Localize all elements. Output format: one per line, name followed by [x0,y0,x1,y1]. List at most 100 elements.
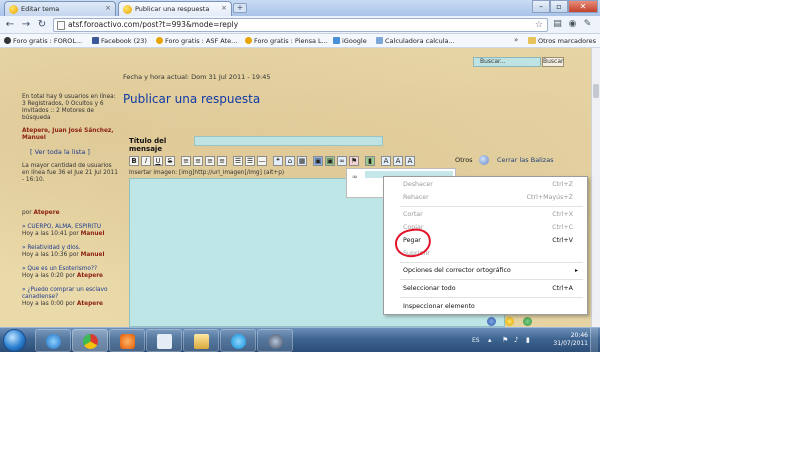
user-link[interactable]: Atepere [77,301,103,307]
bookmark-star-icon[interactable]: ☆ [535,19,543,31]
other-button[interactable]: Otros [455,156,473,164]
taskbar-skype-button[interactable] [220,329,256,352]
italic-button[interactable]: I [141,156,151,166]
minimize-button[interactable]: – [532,0,550,13]
topic-meta-text: Hoy a las 10:36 por [22,252,79,258]
by-label: por [22,210,32,216]
font-size-icon[interactable]: A [381,156,391,166]
bold-button[interactable]: B [129,156,139,166]
menu-item-select-all[interactable]: Seleccionar todo Ctrl+A [403,285,583,295]
close-tags-link[interactable]: Cerrar las Balizas [497,156,554,164]
menu-item-delete[interactable]: Suprimir [403,250,583,260]
align-center-icon[interactable]: ≡ [193,156,203,166]
search-input[interactable]: Buscar... [473,57,541,67]
bookmarks-more-button[interactable]: » [514,36,518,44]
code-icon[interactable]: ⌂ [285,156,295,166]
media-player-icon [120,334,135,349]
menu-item-cut[interactable]: Cortar Ctrl+X [403,211,583,221]
search-button[interactable]: Buscar [542,57,564,67]
insert-image-hint: Insertar imagen: [img]http://url_imagen[… [129,170,285,176]
tags-icon[interactable] [479,155,489,165]
bookmark-item[interactable]: Foro gratis : ASF Ate... [156,37,237,45]
bookmark-item[interactable]: Foro gratis : FOROL... [4,37,82,45]
topic-link[interactable]: » ¿Puedo comprar un esclavo canadiense? [22,287,118,301]
maximize-button[interactable]: ▫ [550,0,568,13]
message-title-input[interactable] [194,136,383,146]
menu-item-inspect-element[interactable]: Inspeccionar elemento [403,303,583,313]
bookmark-item[interactable]: Calculadora calcula... [376,37,455,45]
bookmark-item[interactable]: Facebook (23) [92,37,147,45]
flag-icon[interactable]: ⚑ [502,336,508,344]
address-bar[interactable]: atsf.foroactivo.com/post?t=993&mode=repl… [53,18,548,32]
taskbar-window-button[interactable] [146,329,182,352]
user-link[interactable]: Manuel [81,231,105,237]
tab-publicar-respuesta[interactable]: Publicar una respuesta × [118,1,232,16]
topic-link[interactable]: » CUERPO, ALMA, ESPIRITU [22,224,118,231]
scrollbar-thumb[interactable] [593,84,599,98]
user-link[interactable]: Manuel [81,252,105,258]
bullet-list-icon[interactable]: ☰ [233,156,243,166]
view-all-link[interactable]: [ Ver toda la lista ] [22,149,118,156]
menu-item-redo[interactable]: Rehacer Ctrl+Mayús+Z [403,194,583,204]
image-icon[interactable]: ▣ [313,156,323,166]
host-image-icon[interactable]: ▣ [325,156,335,166]
extension-icon[interactable]: ◉ [567,19,578,30]
align-left-icon[interactable]: ≡ [181,156,191,166]
menu-item-undo[interactable]: Deshacer Ctrl+Z [403,181,583,191]
taskbar-ie-button[interactable] [35,329,71,352]
reload-icon[interactable]: ↻ [36,18,48,31]
bookmark-item[interactable]: Foro gratis : Piensa L... [245,37,328,45]
user-link[interactable]: Atepere [33,210,59,216]
topic-meta: Hoy a las 0:20 por Atepere [22,273,118,280]
start-button[interactable] [3,329,26,352]
horizontal-rule-icon[interactable]: — [257,156,267,166]
menu-item-spellcheck-options[interactable]: Opciones del corrector ortográfico ▸ [403,267,583,277]
close-icon[interactable]: × [221,4,227,12]
language-indicator[interactable]: ES [472,337,480,344]
tab-editar-tema[interactable]: Editar tema × [4,1,116,16]
taskbar-app-button[interactable] [257,329,293,352]
bookmark-label: Facebook (23) [101,37,147,45]
show-desktop-button[interactable] [590,328,598,352]
topic-link[interactable]: » Que es un Esoterismo?? [22,266,118,273]
taskbar-chrome-button[interactable] [72,329,108,352]
folder-label: Otros marcadores [538,37,597,45]
volume-icon[interactable]: ♪ [514,336,518,344]
title-label: Título del mensaje [129,137,167,153]
emoticon-icon[interactable] [523,317,532,326]
wrench-icon[interactable]: ✎ [582,19,593,30]
taskbar-explorer-button[interactable] [183,329,219,352]
emoticon-icon[interactable] [487,317,496,326]
back-arrow-icon[interactable]: ← [4,18,16,31]
font-color-icon[interactable]: A [393,156,403,166]
link-icon[interactable]: ∞ [337,156,347,166]
topic-link[interactable]: » Relatividad y dios. [22,245,118,252]
underline-button[interactable]: U [153,156,163,166]
menu-item-copy[interactable]: Copiar Ctrl+C [403,224,583,234]
tray-arrow-icon[interactable]: ▴ [488,336,492,344]
forward-arrow-icon[interactable]: → [20,18,32,31]
close-icon[interactable]: × [105,4,111,12]
font-family-icon[interactable]: A [405,156,415,166]
quote-icon[interactable]: ❝ [273,156,283,166]
bookmark-item[interactable]: iGoogle [333,37,367,45]
spoiler-icon[interactable]: ▮ [365,156,375,166]
flash-icon[interactable]: ⚑ [349,156,359,166]
page-menu-icon[interactable]: ▤ [552,19,563,30]
online-users-list[interactable]: Atepere, Juan José Sánchez, Manuel [22,128,118,142]
clock[interactable]: 20:46 31/07/2011 [553,332,588,348]
strike-button[interactable]: S [165,156,175,166]
number-list-icon[interactable]: ☰ [245,156,255,166]
align-right-icon[interactable]: ≡ [205,156,215,166]
table-icon[interactable]: ▦ [297,156,307,166]
taskbar-media-button[interactable] [109,329,145,352]
menu-item-label: Inspeccionar elemento [403,303,475,310]
other-bookmarks-folder[interactable]: Otros marcadores [528,37,596,45]
close-window-button[interactable]: ✕ [568,0,598,13]
user-link[interactable]: Atepere [77,273,103,279]
network-icon[interactable]: ▮ [526,336,530,344]
vertical-scrollbar[interactable] [591,48,600,327]
new-tab-button[interactable]: + [233,3,247,13]
justify-icon[interactable]: ≡ [217,156,227,166]
emoticon-icon[interactable] [505,317,514,326]
